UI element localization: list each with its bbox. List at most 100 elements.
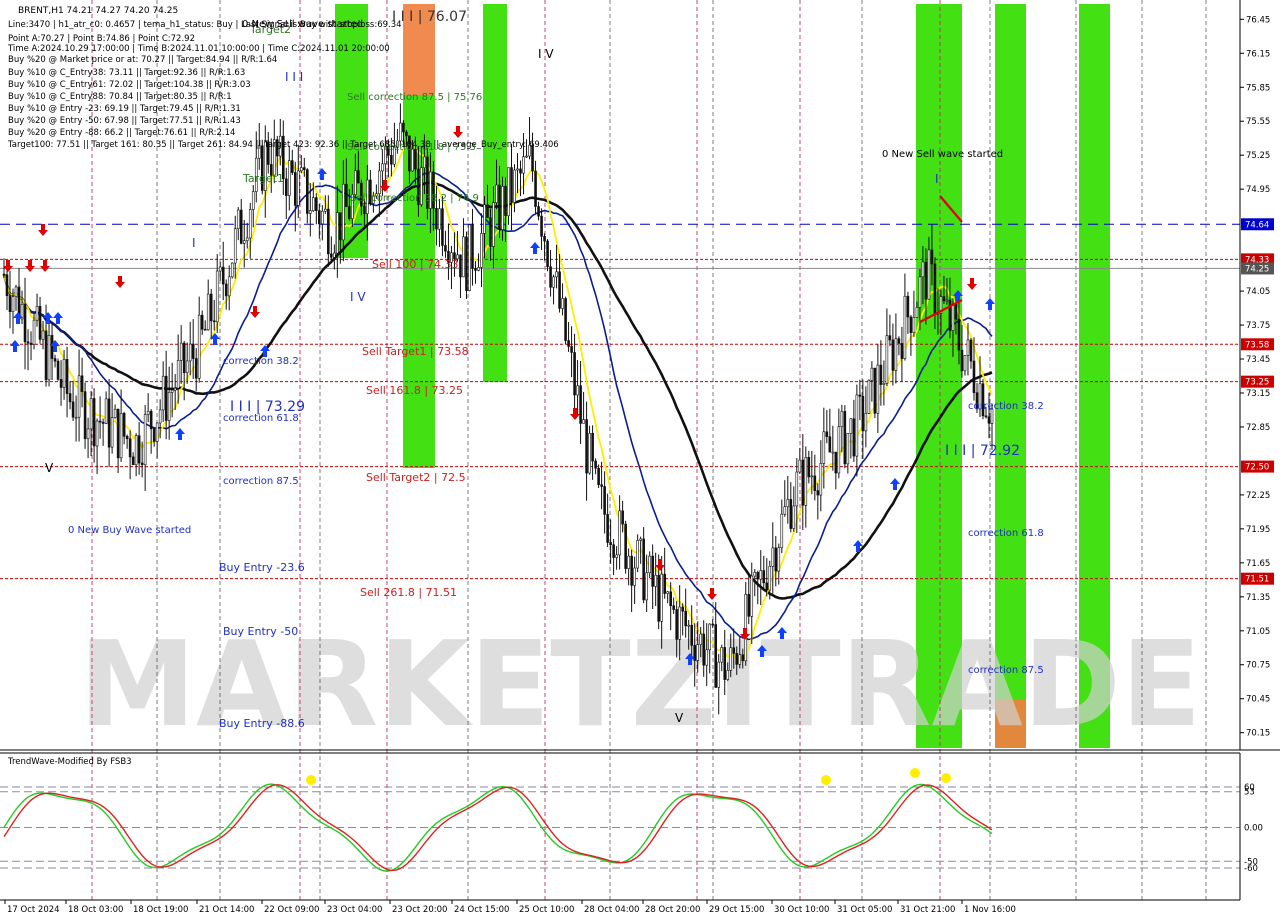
- candle-body: [852, 418, 856, 457]
- candle-body: [477, 267, 480, 271]
- candle-body: [972, 360, 976, 394]
- candle-body: [315, 197, 318, 211]
- candle-body: [765, 582, 769, 591]
- candle-body: [948, 299, 952, 331]
- candle-body: [666, 591, 669, 594]
- candle-body: [576, 385, 579, 396]
- candle-body: [828, 436, 832, 453]
- candle-body: [221, 266, 225, 285]
- level-text: correction 38.2: [223, 356, 299, 367]
- candle-body: [843, 411, 847, 465]
- chart-canvas: MARKETZITRADE VII I II VI VVI I I | 73.2…: [0, 0, 1280, 920]
- candle-body: [59, 379, 63, 388]
- candle-body: [501, 186, 504, 231]
- candle-body: [2, 273, 6, 276]
- candle-body: [143, 414, 147, 465]
- candle-body: [284, 178, 288, 196]
- indicator-tick-label: -60: [1244, 864, 1258, 874]
- candle-body: [813, 475, 817, 491]
- candle-body: [903, 295, 907, 359]
- candle-body: [669, 591, 672, 607]
- candle-body: [504, 186, 507, 217]
- candle-body: [342, 183, 345, 241]
- candle-body: [819, 463, 823, 496]
- candle-body: [290, 160, 294, 173]
- candle-body: [762, 570, 766, 584]
- candle-body: [774, 547, 778, 572]
- candle-body: [519, 168, 522, 174]
- wave-label: V: [675, 711, 684, 725]
- price-badge-label: 74.64: [1245, 220, 1269, 230]
- candle-body: [825, 431, 829, 437]
- time-label: 22 Oct 09:00: [264, 905, 319, 915]
- wave-label: I I I | 76.07: [392, 9, 467, 25]
- candle-body: [345, 183, 348, 207]
- candle-body: [89, 398, 93, 430]
- price-tick-label: 71.05: [1246, 627, 1270, 637]
- candle-body: [53, 358, 57, 362]
- indicator-tick-label: 53: [1244, 788, 1255, 798]
- candle-body: [125, 436, 129, 440]
- candle-body: [333, 252, 336, 258]
- candle-body: [167, 391, 171, 421]
- candle-body: [71, 401, 75, 418]
- candle-body: [95, 420, 99, 447]
- candle-body: [131, 456, 135, 466]
- candle-body: [236, 209, 240, 229]
- price-tick-label: 75.85: [1246, 83, 1270, 93]
- candle-body: [804, 457, 808, 506]
- candle-body: [489, 217, 492, 247]
- level-text: 0 New Sell wave started: [882, 149, 1003, 160]
- candle-body: [98, 420, 102, 423]
- candle-body: [756, 572, 760, 580]
- candle-body: [618, 510, 621, 556]
- time-label: 25 Oct 10:00: [519, 905, 574, 915]
- info-line: Buy %10 @ C_Entry38: 73.11 || Target:92.…: [8, 68, 245, 78]
- price-badge-label: 71.51: [1245, 575, 1269, 585]
- candle-body: [810, 475, 814, 478]
- candle-body: [645, 572, 648, 601]
- candle-body: [759, 570, 763, 580]
- price-tick-label: 71.35: [1246, 593, 1270, 603]
- candle-body: [747, 594, 751, 617]
- time-label: 17 Oct 2024: [7, 905, 60, 915]
- candle-body: [879, 364, 883, 385]
- candle-body: [492, 202, 495, 247]
- candle-body: [801, 459, 805, 506]
- candle-body: [744, 594, 748, 662]
- candle-body: [930, 249, 934, 265]
- candle-body: [179, 342, 183, 361]
- candle-body: [897, 338, 901, 344]
- candle-body: [702, 633, 706, 666]
- candle-body: [534, 170, 537, 207]
- candle-body: [711, 623, 715, 626]
- candle-body: [459, 254, 462, 278]
- candle-body: [768, 565, 772, 591]
- candle-body: [609, 542, 612, 546]
- candle-body: [525, 155, 528, 158]
- candle-body: [435, 207, 438, 230]
- candle-body: [209, 293, 213, 322]
- candle-body: [543, 235, 546, 242]
- candle-body: [675, 609, 678, 640]
- candle-body: [38, 306, 42, 340]
- candle-body: [597, 467, 600, 485]
- candle-body: [927, 249, 931, 300]
- candle-body: [672, 605, 675, 610]
- candle-body: [83, 391, 87, 440]
- candle-body: [11, 296, 15, 312]
- level-text: Sell correction 38.2 | 74.9: [350, 193, 479, 204]
- candle-body: [444, 245, 447, 252]
- candle-body: [771, 547, 775, 567]
- info-line: Target100: 77.51 || Target 161: 80.35 ||…: [7, 140, 559, 150]
- candle-body: [483, 204, 486, 234]
- time-label: 29 Oct 15:00: [709, 905, 764, 915]
- candle-body: [354, 170, 357, 195]
- candle-body: [726, 670, 730, 680]
- price-tick-label: 76.15: [1246, 49, 1270, 59]
- candle-body: [14, 286, 18, 297]
- candle-body: [780, 513, 784, 549]
- candle-body: [248, 209, 252, 239]
- candle-body: [312, 197, 315, 211]
- candle-body: [891, 339, 895, 371]
